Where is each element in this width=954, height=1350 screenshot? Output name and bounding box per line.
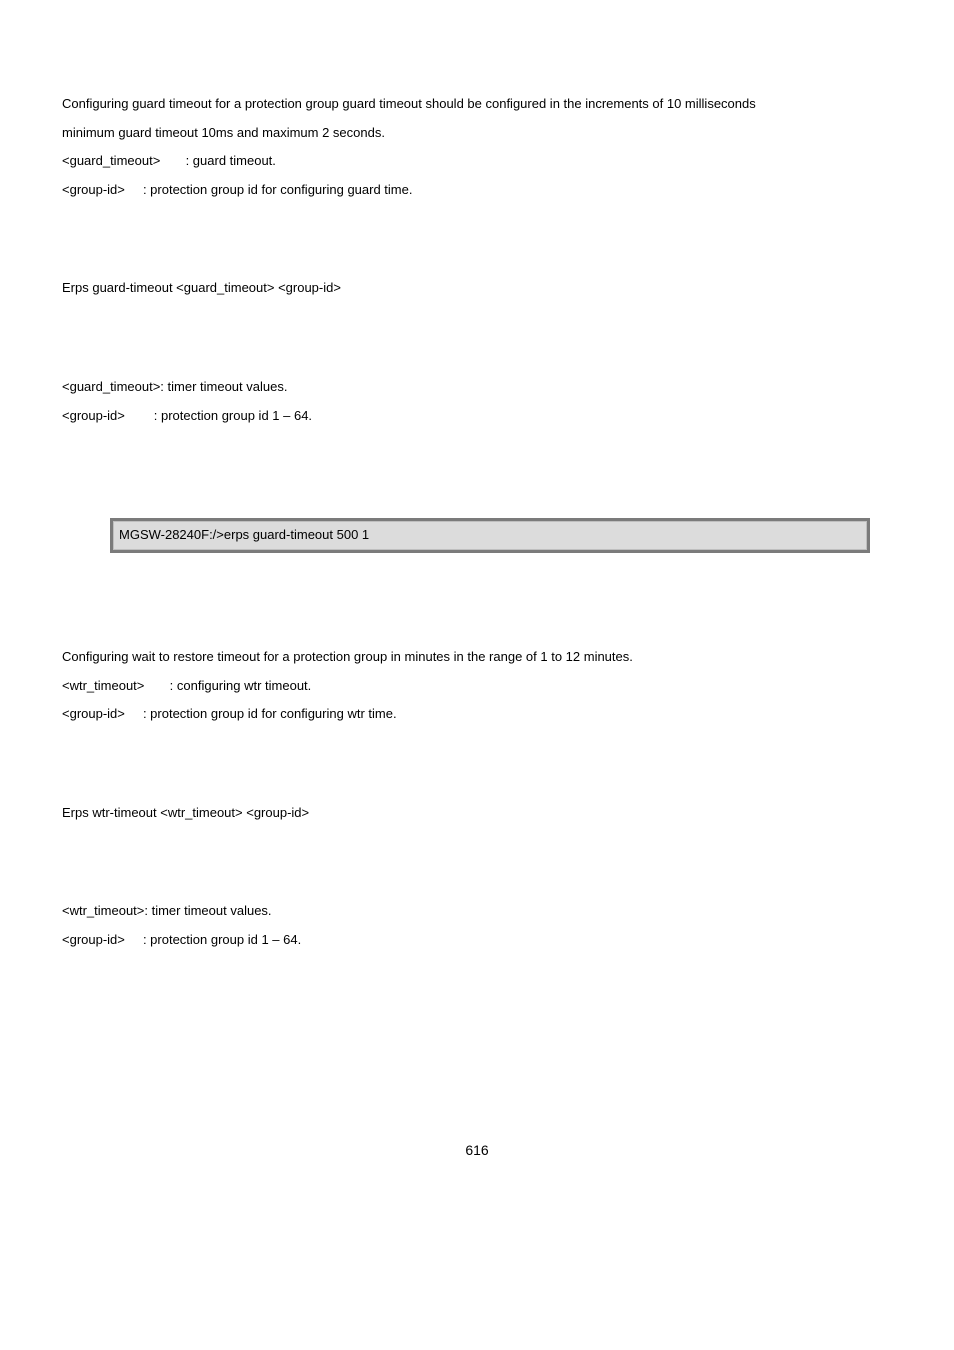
section-guard-params: <guard_timeout>: timer timeout values. <… <box>62 373 892 430</box>
section-wtr-syntax: Erps wtr-timeout <wtr_timeout> <group-id… <box>62 799 892 828</box>
param-line: <group-id> : protection group id for con… <box>62 176 892 205</box>
param-line: <group-id> : protection group id for con… <box>62 700 892 729</box>
example-code-text: MGSW-28240F:/>erps guard-timeout 500 1 <box>119 527 369 542</box>
param-line: <guard_timeout> : guard timeout. <box>62 147 892 176</box>
param-line: <guard_timeout>: timer timeout values. <box>62 373 892 402</box>
param-line: <wtr_timeout>: timer timeout values. <box>62 897 892 926</box>
section-wtr-description: Configuring wait to restore timeout for … <box>62 643 892 729</box>
document-page: Configuring guard timeout for a protecti… <box>0 0 954 1205</box>
param-line: <group-id> : protection group id 1 – 64. <box>62 402 892 431</box>
section-guard-syntax: Erps guard-timeout <guard_timeout> <grou… <box>62 274 892 303</box>
example-code-box: MGSW-28240F:/>erps guard-timeout 500 1 <box>110 518 870 553</box>
syntax-line: Erps guard-timeout <guard_timeout> <grou… <box>62 274 892 303</box>
text-line: Configuring wait to restore timeout for … <box>62 643 892 672</box>
param-line: <wtr_timeout> : configuring wtr timeout. <box>62 672 892 701</box>
page-number: 616 <box>62 1135 892 1166</box>
section-guard-description: Configuring guard timeout for a protecti… <box>62 90 892 204</box>
section-wtr-params: <wtr_timeout>: timer timeout values. <gr… <box>62 897 892 954</box>
text-line: Configuring guard timeout for a protecti… <box>62 90 892 119</box>
param-line: <group-id> : protection group id 1 – 64. <box>62 926 892 955</box>
syntax-line: Erps wtr-timeout <wtr_timeout> <group-id… <box>62 799 892 828</box>
text-line: minimum guard timeout 10ms and maximum 2… <box>62 119 892 148</box>
